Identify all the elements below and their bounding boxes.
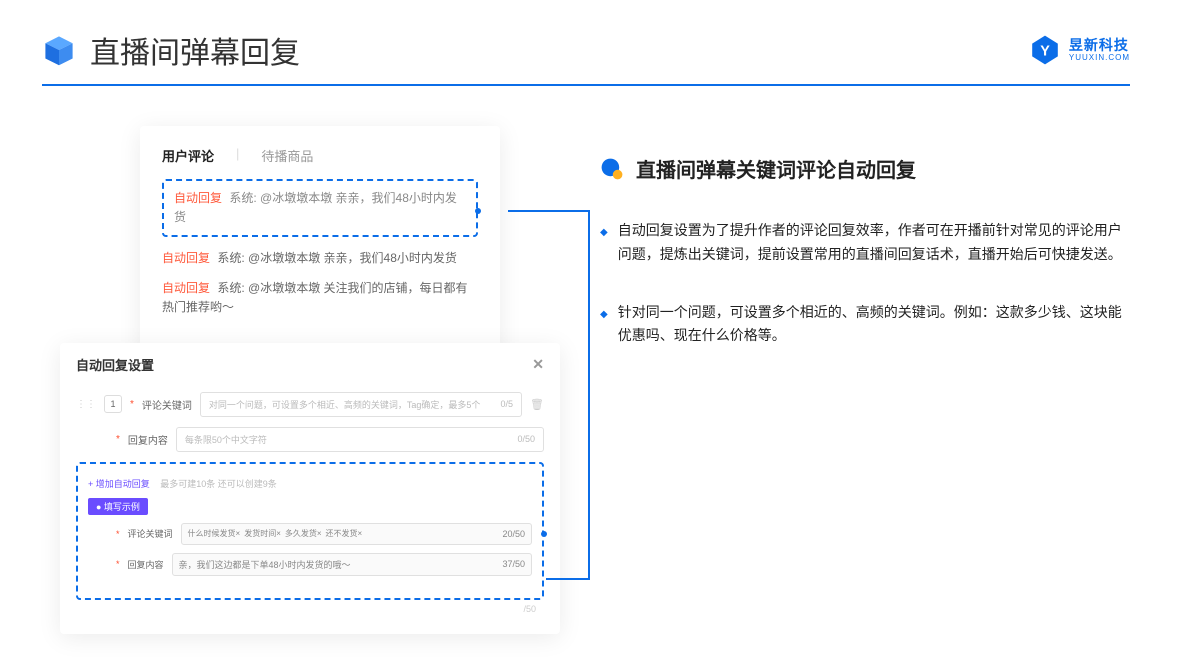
diamond-icon: ◆: [600, 224, 608, 267]
ex-content-input[interactable]: 亲，我们这边都是下单48小时内发货的哦～ 37/50: [172, 553, 532, 576]
keyword-input[interactable]: 对同一个问题，可设置多个相近、高频的关键词，Tag确定，最多5个 0/5: [200, 392, 522, 417]
example-keyword-row: * 评论关键词 什么时候发货× 发货时间× 多久发货× 还不发货× 20/50: [88, 523, 532, 545]
add-hint: 最多可建10条 还可以创建9条: [160, 479, 277, 489]
bullet-text: 自动回复设置为了提升作者的评论回复效率，作者可在开播前针对常见的评论用户问题，提…: [618, 219, 1130, 267]
add-auto-reply-link[interactable]: + 增加自动回复: [88, 479, 150, 489]
comments-card: 用户评论 | 待播商品 自动回复 系统: @冰墩墩本墩 亲亲，我们48小时内发货…: [140, 126, 500, 377]
section-title: 直播间弹幕关键词评论自动回复: [636, 154, 916, 183]
brand-icon: Y: [1029, 34, 1061, 66]
example-content-row: * 回复内容 亲，我们这边都是下单48小时内发货的哦～ 37/50: [88, 553, 532, 576]
content-row: * 回复内容 每条限50个中文字符 0/50: [76, 427, 544, 452]
section-heading: 直播间弹幕关键词评论自动回复: [600, 154, 1130, 183]
settings-title: 自动回复设置: [76, 355, 154, 374]
content-input[interactable]: 每条限50个中文字符 0/50: [176, 427, 544, 452]
auto-reply-label: 自动回复: [162, 281, 210, 295]
connector-line: [508, 210, 590, 580]
drag-handle-icon[interactable]: ⋮⋮: [76, 399, 96, 410]
tabs: 用户评论 | 待播商品: [162, 146, 478, 165]
highlighted-comment: 自动回复 系统: @冰墩墩本墩 亲亲，我们48小时内发货: [162, 179, 478, 237]
required-star: *: [116, 559, 120, 569]
diamond-icon: ◆: [600, 306, 608, 349]
ex-content-label: 回复内容: [128, 558, 164, 571]
auto-reply-label: 自动回复: [162, 251, 210, 265]
below-counter: /50: [76, 600, 544, 614]
tab-pending-products[interactable]: 待播商品: [261, 146, 313, 165]
tag: 还不发货×: [326, 528, 363, 539]
brand-name-en: YUUXIN.COM: [1069, 54, 1130, 62]
connector-line: [546, 578, 590, 580]
ex-keyword-label: 评论关键词: [128, 527, 173, 540]
tag: 多久发货×: [285, 528, 322, 539]
brand-logo: Y 昱新科技 YUUXIN.COM: [1029, 34, 1130, 66]
connector-dot: [475, 208, 481, 214]
row-index: 1: [104, 395, 122, 413]
svg-text:Y: Y: [1040, 44, 1050, 60]
keyword-placeholder: 对同一个问题，可设置多个相近、高频的关键词，Tag确定，最多5个: [209, 398, 481, 411]
header-left: 直播间弹幕回复: [42, 28, 300, 72]
comment-text: 系统: @冰墩墩本墩 亲亲，我们48小时内发货: [217, 251, 457, 265]
auto-reply-label: 自动回复: [174, 191, 222, 205]
required-star: *: [116, 434, 120, 445]
bullet-text: 针对同一个问题，可设置多个相近的、高频的关键词。例如：这款多少钱、这块能优惠吗、…: [618, 301, 1130, 349]
page-header: 直播间弹幕回复 Y 昱新科技 YUUXIN.COM: [0, 0, 1180, 84]
comment-item: 自动回复 系统: @冰墩墩本墩 关注我们的店铺，每日都有热门推荐哟～: [162, 279, 478, 317]
heading-icon: [600, 157, 624, 181]
content-label: 回复内容: [128, 432, 168, 447]
content-placeholder: 每条限50个中文字符: [185, 433, 267, 446]
keyword-label: 评论关键词: [142, 397, 192, 412]
page-title: 直播间弹幕回复: [90, 28, 300, 72]
right-column: 直播间弹幕关键词评论自动回复 ◆ 自动回复设置为了提升作者的评论回复效率，作者可…: [600, 126, 1130, 634]
comment-item: 自动回复 系统: @冰墩墩本墩 亲亲，我们48小时内发货: [162, 249, 478, 268]
brand-name-cn: 昱新科技: [1069, 38, 1130, 52]
required-star: *: [116, 529, 120, 539]
tab-user-comments[interactable]: 用户评论: [162, 146, 214, 165]
cube-icon: [42, 33, 76, 67]
example-box: + 增加自动回复 最多可建10条 还可以创建9条 ● 填写示例 * 评论关键词 …: [76, 462, 544, 600]
tag: 发货时间×: [244, 528, 281, 539]
ex-keyword-input[interactable]: 什么时候发货× 发货时间× 多久发货× 还不发货× 20/50: [181, 523, 532, 545]
header-divider: [42, 84, 1130, 86]
bullet-item: ◆ 自动回复设置为了提升作者的评论回复效率，作者可在开播前针对常见的评论用户问题…: [600, 219, 1130, 267]
settings-card: 自动回复设置 ✕ ⋮⋮ 1 * 评论关键词 对同一个问题，可设置多个相近、高频的…: [60, 343, 560, 634]
ex-content-value: 亲，我们这边都是下单48小时内发货的哦～: [179, 558, 351, 571]
tag: 什么时候发货×: [188, 528, 241, 539]
example-badge: ● 填写示例: [88, 498, 148, 515]
left-column: 用户评论 | 待播商品 自动回复 系统: @冰墩墩本墩 亲亲，我们48小时内发货…: [60, 126, 560, 634]
bullet-item: ◆ 针对同一个问题，可设置多个相近的、高频的关键词。例如：这款多少钱、这块能优惠…: [600, 301, 1130, 349]
keyword-row: ⋮⋮ 1 * 评论关键词 对同一个问题，可设置多个相近、高频的关键词，Tag确定…: [76, 392, 544, 417]
required-star: *: [130, 399, 134, 410]
